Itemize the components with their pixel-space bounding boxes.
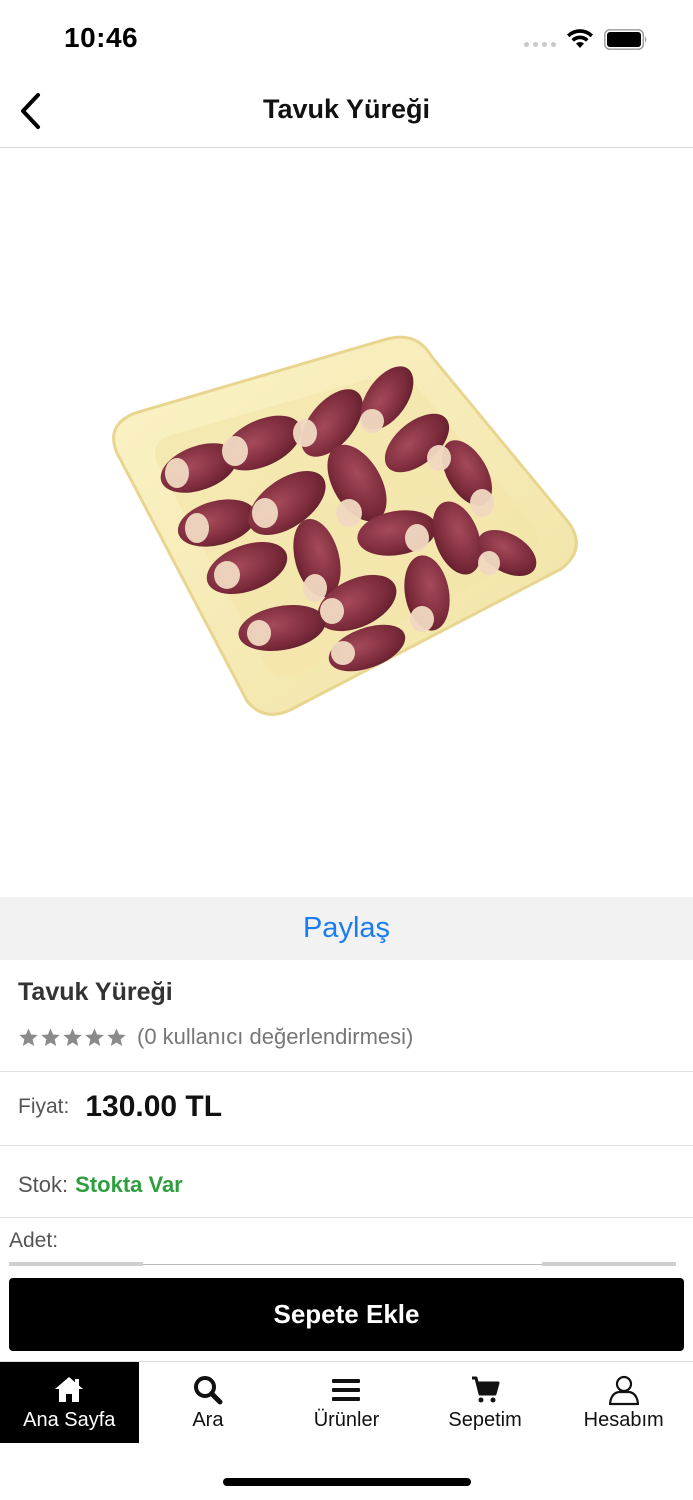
product-photo [111, 335, 578, 716]
price-value: 130.00 TL [85, 1090, 223, 1123]
star-icon [63, 1027, 82, 1046]
quantity-input[interactable] [9, 1262, 676, 1268]
stock-status: Stokta Var [75, 1172, 183, 1197]
search-icon [193, 1376, 223, 1405]
tab-label: Ara [192, 1409, 224, 1431]
tab-search[interactable]: Ara [139, 1362, 278, 1443]
battery-icon [604, 29, 647, 50]
divider [0, 1217, 693, 1218]
menu-icon [332, 1379, 361, 1401]
status-time: 10:46 [64, 22, 139, 53]
tab-bar: Ana Sayfa Ara Ürünler Sepetim Hesabım [0, 1361, 693, 1443]
rating-count: (0 kullanıcı değerlendirmesi) [137, 1024, 414, 1049]
tab-account[interactable]: Hesabım [554, 1362, 693, 1443]
stock-row: Stok: Stokta Var [18, 1172, 183, 1198]
star-icon [85, 1027, 104, 1046]
star-icon [41, 1027, 60, 1046]
divider [0, 1145, 693, 1146]
stock-label: Stok: [18, 1172, 69, 1197]
tab-products[interactable]: Ürünler [277, 1362, 416, 1443]
cart-icon [472, 1376, 500, 1403]
price-label: Fiyat: [18, 1095, 70, 1118]
star-icon [19, 1027, 38, 1046]
wifi-icon [567, 29, 593, 48]
divider [0, 1071, 693, 1072]
user-icon [608, 1375, 639, 1406]
star-icon [107, 1027, 126, 1046]
rating-row[interactable]: (0 kullanıcı değerlendirmesi) [18, 1024, 413, 1050]
price-row: Fiyat: 130.00 TL [18, 1090, 222, 1124]
tab-cart[interactable]: Sepetim [416, 1362, 555, 1443]
product-image[interactable] [0, 149, 693, 897]
tab-home[interactable]: Ana Sayfa [0, 1362, 139, 1443]
status-bar: 10:46 [0, 0, 693, 78]
tab-label: Hesabım [583, 1409, 664, 1431]
page-title: Tavuk Yüreği [262, 94, 431, 124]
tab-label: Sepetim [448, 1409, 522, 1431]
tab-label: Ürünler [313, 1409, 380, 1431]
home-icon [55, 1377, 84, 1402]
tab-label: Ana Sayfa [23, 1409, 116, 1431]
navigation-bar: Tavuk Yüreği [0, 78, 693, 148]
home-indicator[interactable] [223, 1478, 471, 1486]
rating-stars [18, 1027, 127, 1048]
quantity-increment-area[interactable] [542, 1262, 676, 1266]
add-to-cart-button[interactable]: Sepete Ekle [9, 1278, 684, 1351]
share-bar: Paylaş [0, 897, 693, 960]
product-name: Tavuk Yüreği [18, 978, 173, 1006]
quantity-decrement-area[interactable] [9, 1262, 143, 1266]
share-button[interactable]: Paylaş [303, 912, 390, 945]
cellular-signal-icon [524, 42, 556, 47]
quantity-label: Adet: [9, 1229, 59, 1252]
